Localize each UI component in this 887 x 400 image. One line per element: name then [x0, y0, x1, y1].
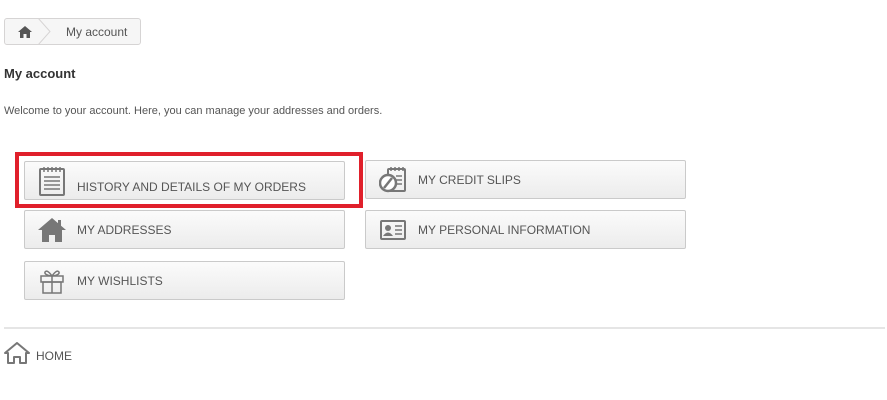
- breadcrumb-home-link[interactable]: [5, 19, 51, 44]
- highlight-box: [15, 152, 363, 208]
- home-icon: [37, 215, 67, 245]
- credit-slip-icon: [378, 165, 408, 195]
- home-link[interactable]: HOME: [4, 342, 72, 364]
- personal-info-button[interactable]: MY PERSONAL INFORMATION: [365, 210, 686, 249]
- breadcrumb-current: My account: [66, 24, 128, 39]
- footer-divider: [4, 327, 885, 329]
- wishlists-button[interactable]: MY WISHLISTS: [24, 261, 345, 300]
- credit-slips-button[interactable]: MY CREDIT SLIPS: [365, 160, 686, 199]
- home-label: HOME: [36, 349, 72, 363]
- credit-slips-label: MY CREDIT SLIPS: [418, 172, 521, 187]
- breadcrumb: My account: [4, 18, 141, 45]
- home-outline-icon: [4, 342, 30, 364]
- personal-info-label: MY PERSONAL INFORMATION: [418, 222, 591, 237]
- page-title: My account: [4, 66, 76, 81]
- addresses-button[interactable]: MY ADDRESSES: [24, 210, 345, 249]
- gift-icon: [37, 266, 67, 296]
- addresses-label: MY ADDRESSES: [77, 222, 172, 237]
- id-card-icon: [378, 215, 408, 245]
- home-icon: [18, 25, 32, 38]
- welcome-text: Welcome to your account. Here, you can m…: [4, 105, 383, 117]
- wishlists-label: MY WISHLISTS: [77, 273, 163, 288]
